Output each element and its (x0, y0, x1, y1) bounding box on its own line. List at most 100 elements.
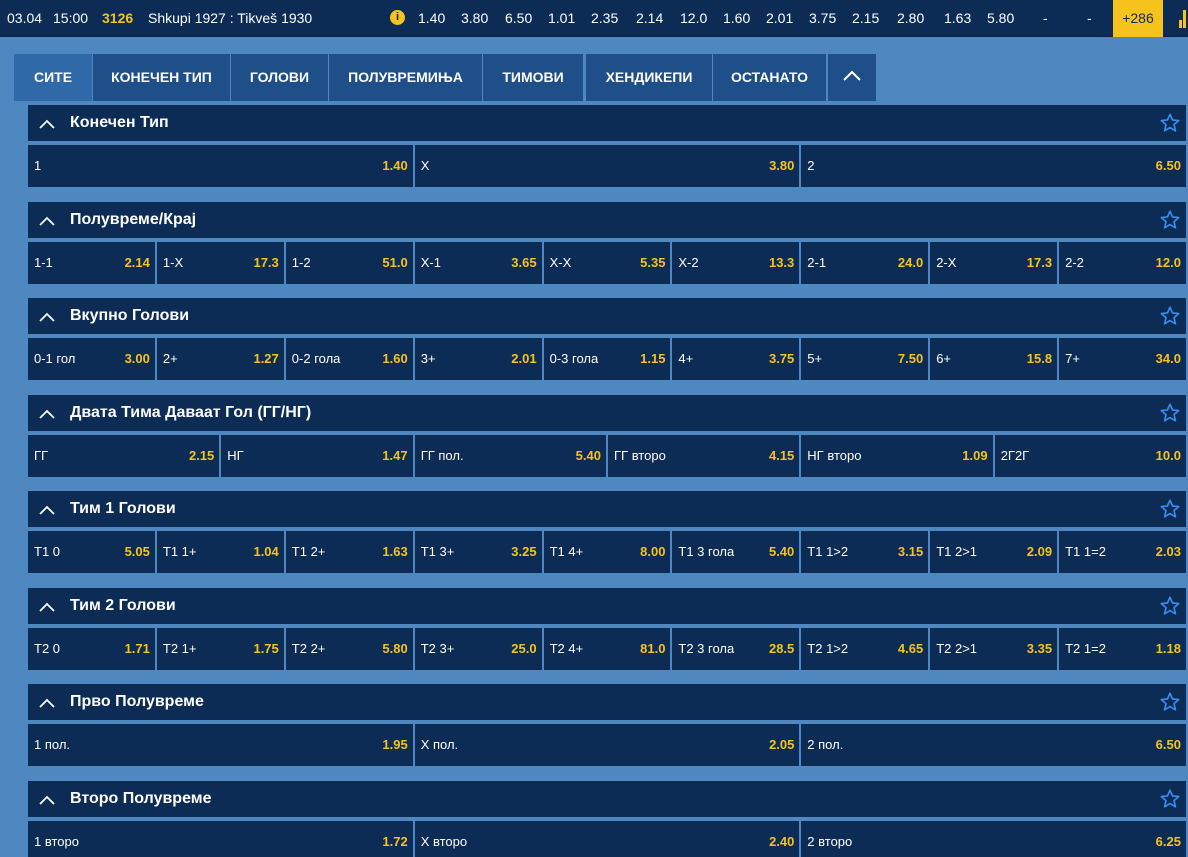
odd-button[interactable]: ГГ 2.15 (28, 435, 220, 477)
match-odd[interactable]: 3.80 (461, 0, 488, 37)
match-odd[interactable]: 1.63 (944, 0, 971, 37)
tab-0[interactable]: СИТЕ (14, 54, 92, 101)
odd-button[interactable]: ГГ пол. 5.40 (414, 435, 606, 477)
odd-button[interactable]: X второ 2.40 (414, 821, 800, 857)
odd-button[interactable]: 1 второ 1.72 (28, 821, 413, 857)
odd-button[interactable]: НГ 1.47 (221, 435, 413, 477)
odd-button[interactable]: 2-1 24.0 (801, 242, 929, 284)
section-header[interactable]: Полувреме/Крај (28, 202, 1186, 238)
star-icon[interactable] (1159, 595, 1181, 620)
match-odd[interactable]: 2.80 (897, 0, 924, 37)
star-icon[interactable] (1159, 498, 1181, 523)
odd-button[interactable]: 2-X 17.3 (930, 242, 1058, 284)
odd-button[interactable]: 1 пол. 1.95 (28, 724, 413, 766)
odd-button[interactable]: Т1 1>2 3.15 (801, 531, 929, 573)
chevron-up-icon[interactable] (39, 600, 55, 615)
tab-6[interactable]: ОСТАНАТО (713, 54, 826, 101)
odd-button[interactable]: X-X 5.35 (543, 242, 671, 284)
odd-button[interactable]: 1-X 17.3 (156, 242, 284, 284)
chevron-up-icon[interactable] (39, 117, 55, 132)
odd-button[interactable]: Т1 1=2 2.03 (1059, 531, 1186, 573)
chevron-up-icon[interactable] (39, 214, 55, 229)
odd-button[interactable]: 0-1 гол 3.00 (28, 338, 155, 380)
match-odd[interactable]: - (1043, 0, 1048, 37)
odd-button[interactable]: 3+ 2.01 (414, 338, 542, 380)
section-header[interactable]: Двата Тима Даваат Гол (ГГ/НГ) (28, 395, 1186, 431)
match-odd[interactable]: 6.50 (505, 0, 532, 37)
odd-button[interactable]: 2-2 12.0 (1059, 242, 1186, 284)
odd-button[interactable]: Т1 2>1 2.09 (930, 531, 1058, 573)
match-odd[interactable]: 1.01 (548, 0, 575, 37)
odd-button[interactable]: ГГ второ 4.15 (608, 435, 800, 477)
odd-button[interactable]: Т2 1>2 4.65 (801, 628, 929, 670)
star-icon[interactable] (1159, 209, 1181, 234)
match-odd[interactable]: - (1087, 0, 1092, 37)
odd-button[interactable]: Т1 2+ 1.63 (285, 531, 413, 573)
tab-4[interactable]: ТИМОВИ (483, 54, 583, 101)
match-odd[interactable]: 12.0 (680, 0, 707, 37)
match-row[interactable]: 03.04 15:00 3126 Shkupi 1927 : Tikveš 19… (0, 0, 1188, 37)
odd-button[interactable]: X 3.80 (414, 145, 800, 187)
match-odd[interactable]: 2.35 (591, 0, 618, 37)
tab-3[interactable]: ПОЛУВРЕМИЊА (329, 54, 482, 101)
odd-button[interactable]: 2 второ 6.25 (801, 821, 1186, 857)
tab-2[interactable]: ГОЛОВИ (231, 54, 328, 101)
odd-button[interactable]: 5+ 7.50 (801, 338, 929, 380)
odd-button[interactable]: 1-2 51.0 (285, 242, 413, 284)
odd-button[interactable]: X пол. 2.05 (414, 724, 800, 766)
odd-button[interactable]: Т2 3+ 25.0 (414, 628, 542, 670)
star-icon[interactable] (1159, 112, 1181, 137)
odd-button[interactable]: X-1 3.65 (414, 242, 542, 284)
more-markets-badge[interactable]: +286 (1113, 0, 1163, 37)
odd-button[interactable]: Т1 3+ 3.25 (414, 531, 542, 573)
odd-button[interactable]: 2+ 1.27 (156, 338, 284, 380)
star-icon[interactable] (1159, 788, 1181, 813)
odd-button[interactable]: 4+ 3.75 (672, 338, 800, 380)
odd-button[interactable]: 1-1 2.14 (28, 242, 155, 284)
odd-button[interactable]: 0-2 гола 1.60 (285, 338, 413, 380)
collapse-tabs-button[interactable] (828, 54, 876, 101)
odd-button[interactable]: 0-3 гола 1.15 (543, 338, 671, 380)
match-odd[interactable]: 1.60 (723, 0, 750, 37)
section-header[interactable]: Тим 2 Голови (28, 588, 1186, 624)
odd-button[interactable]: Т2 0 1.71 (28, 628, 155, 670)
odd-button[interactable]: Т2 2>1 3.35 (930, 628, 1058, 670)
star-icon[interactable] (1159, 402, 1181, 427)
odd-button[interactable]: 2 6.50 (801, 145, 1186, 187)
match-odd[interactable]: 2.01 (766, 0, 793, 37)
match-odd[interactable]: 2.15 (852, 0, 879, 37)
tab-5[interactable]: ХЕНДИКЕПИ (586, 54, 712, 101)
match-odd[interactable]: 1.40 (418, 0, 445, 37)
odd-button[interactable]: 2 пол. 6.50 (801, 724, 1186, 766)
chevron-up-icon[interactable] (39, 310, 55, 325)
odd-button[interactable]: 2Г2Г 10.0 (994, 435, 1186, 477)
odd-button[interactable]: X-2 13.3 (672, 242, 800, 284)
odd-button[interactable]: Т2 1=2 1.18 (1059, 628, 1186, 670)
odd-button[interactable]: 1 1.40 (28, 145, 413, 187)
chevron-up-icon[interactable] (39, 793, 55, 808)
odd-button[interactable]: Т2 2+ 5.80 (285, 628, 413, 670)
bar-chart-icon[interactable] (1179, 10, 1188, 28)
match-odd[interactable]: 5.80 (987, 0, 1014, 37)
odd-button[interactable]: Т1 0 5.05 (28, 531, 155, 573)
tab-1[interactable]: КОНЕЧЕН ТИП (93, 54, 230, 101)
star-icon[interactable] (1159, 305, 1181, 330)
odd-button[interactable]: 7+ 34.0 (1059, 338, 1186, 380)
odd-button[interactable]: Т1 1+ 1.04 (156, 531, 284, 573)
section-header[interactable]: Тим 1 Голови (28, 491, 1186, 527)
info-icon[interactable]: i (390, 10, 405, 25)
odd-button[interactable]: НГ второ 1.09 (801, 435, 993, 477)
odd-button[interactable]: Т2 3 гола 28.5 (672, 628, 800, 670)
odd-button[interactable]: Т1 3 гола 5.40 (672, 531, 800, 573)
section-header[interactable]: Вкупно Голови (28, 298, 1186, 334)
chevron-up-icon[interactable] (39, 407, 55, 422)
chevron-up-icon[interactable] (39, 696, 55, 711)
odd-button[interactable]: Т2 4+ 81.0 (543, 628, 671, 670)
match-odd[interactable]: 3.75 (809, 0, 836, 37)
section-header[interactable]: Конечен Тип (28, 105, 1186, 141)
section-header[interactable]: Второ Полувреме (28, 781, 1186, 817)
chevron-up-icon[interactable] (39, 503, 55, 518)
section-header[interactable]: Прво Полувреме (28, 684, 1186, 720)
odd-button[interactable]: Т2 1+ 1.75 (156, 628, 284, 670)
odd-button[interactable]: 6+ 15.8 (930, 338, 1058, 380)
